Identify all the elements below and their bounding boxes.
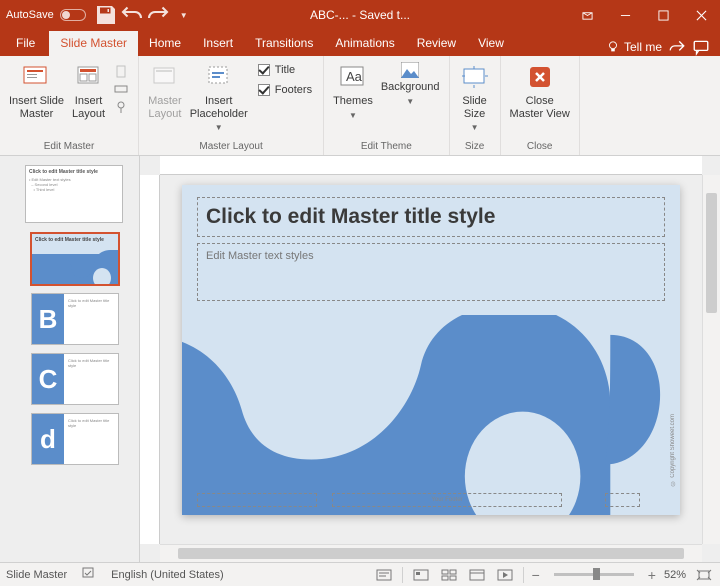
slide-size-icon [459,61,491,93]
placeholder-icon [203,61,235,93]
horizontal-ruler[interactable] [160,156,702,175]
quick-access-toolbar: AutoSave ▼ [0,3,196,27]
autosave-label: AutoSave [6,9,54,21]
minimize-button[interactable] [606,0,644,30]
tab-animations[interactable]: Animations [324,31,405,56]
tab-home[interactable]: Home [138,31,192,56]
delete-icon [113,63,129,79]
group-close: Close Master View Close [501,56,580,155]
window-controls [568,0,720,30]
tab-review[interactable]: Review [406,31,467,56]
slide-size-button[interactable]: Slide Size▼ [455,59,495,134]
autosave-toggle[interactable]: AutoSave [6,9,86,21]
decorative-shape [182,315,680,515]
canvas-scroll-area[interactable]: Click to edit Master title style Edit Ma… [160,175,702,544]
save-button[interactable] [94,3,118,27]
window-title: ABC-... - Saved t... [310,8,410,22]
thumb-layout-3[interactable]: CClick to edit Master title style [32,354,118,404]
tab-insert[interactable]: Insert [192,31,244,56]
status-mode[interactable]: Slide Master [6,569,67,581]
slide-master-icon [21,61,53,93]
undo-button[interactable] [120,3,144,27]
tell-me-button[interactable]: Tell me [606,40,662,54]
svg-text:Aa: Aa [346,69,363,84]
tab-transitions[interactable]: Transitions [244,31,324,56]
maximize-button[interactable] [644,0,682,30]
fit-to-window-button[interactable] [694,567,714,583]
checkbox-checked-icon [258,64,270,76]
comments-button[interactable] [692,38,710,56]
background-button[interactable]: Background▼ [377,59,444,108]
thumb-layout-4[interactable]: dClick to edit Master title style [32,414,118,464]
close-icon [524,61,556,93]
rename-button[interactable] [113,81,129,97]
date-placeholder[interactable] [197,493,317,507]
slide-number-placeholder[interactable] [605,493,640,507]
rename-icon [113,81,129,97]
footers-checkbox[interactable]: Footers [256,81,314,99]
checkbox-checked-icon [258,84,270,96]
lightbulb-icon [606,40,620,54]
body-placeholder[interactable]: Edit Master text styles [197,243,665,301]
title-bar: AutoSave ▼ ABC-... - Saved t... [0,0,720,30]
vertical-scrollbar[interactable] [702,175,720,544]
group-size: Slide Size▼ Size [450,56,501,155]
slide-canvas-area: Click to edit Master title style Edit Ma… [140,156,720,562]
slideshow-button[interactable] [495,567,515,583]
zoom-in-button[interactable]: + [648,567,656,583]
layout-icon [73,61,105,93]
horizontal-scrollbar[interactable] [160,544,702,562]
workspace: Click to edit Master title style • Edit … [0,156,720,562]
close-button[interactable] [682,0,720,30]
notes-button[interactable] [374,567,394,583]
title-placeholder[interactable]: Click to edit Master title style [197,197,665,237]
preserve-button[interactable] [113,99,129,115]
ribbon: Insert Slide Master Insert Layout Edit M… [0,56,720,156]
reading-view-button[interactable] [467,567,487,583]
ribbon-tabs: File Slide Master Home Insert Transition… [0,30,720,56]
tab-slide-master[interactable]: Slide Master [49,31,138,56]
tab-file[interactable]: File [2,31,49,56]
thumb-master[interactable]: Click to edit Master title style • Edit … [26,166,122,222]
background-icon [394,61,426,79]
master-layout-button: Master Layout [144,59,186,122]
copyright-text: © Copyright Showeet.com [670,414,676,485]
redo-button[interactable] [146,3,170,27]
insert-placeholder-button[interactable]: Insert Placeholder▼ [186,59,252,134]
insert-slide-master-button[interactable]: Insert Slide Master [5,59,68,122]
close-master-view-button[interactable]: Close Master View [506,59,574,122]
spellcheck-icon[interactable] [81,566,97,583]
tab-view[interactable]: View [467,31,515,56]
title-checkbox[interactable]: Title [256,61,314,79]
zoom-out-button[interactable]: − [532,567,540,583]
insert-layout-button[interactable]: Insert Layout [68,59,109,122]
master-layout-icon [149,61,181,93]
pin-icon [113,99,129,115]
group-master-layout: Master Layout Insert Placeholder▼ Title … [139,56,324,155]
themes-icon: Aa [337,61,369,93]
vertical-ruler[interactable] [140,175,160,544]
ribbon-options-button[interactable] [568,0,606,30]
status-bar: Slide Master English (United States) − +… [0,562,720,586]
thumbnail-panel[interactable]: Click to edit Master title style • Edit … [0,156,140,562]
thumb-layout-2[interactable]: BClick to edit Master title style [32,294,118,344]
zoom-level[interactable]: 52% [664,569,686,581]
themes-button[interactable]: Aa Themes▼ [329,59,377,122]
sorter-view-button[interactable] [439,567,459,583]
slide[interactable]: Click to edit Master title style Edit Ma… [182,185,680,515]
thumb-layout-1[interactable]: Click to edit Master title style [32,234,118,284]
normal-view-button[interactable] [411,567,431,583]
zoom-slider[interactable] [554,573,634,576]
group-edit-master: Insert Slide Master Insert Layout Edit M… [0,56,139,155]
group-edit-theme: Aa Themes▼ Background▼ Edit Theme [324,56,449,155]
share-button[interactable] [668,38,686,56]
qat-dropdown[interactable]: ▼ [172,3,196,27]
status-language[interactable]: English (United States) [111,569,224,581]
delete-button[interactable] [113,63,129,79]
toggle-off-icon [60,9,86,21]
footer-placeholder[interactable]: Your Footer [332,493,562,507]
